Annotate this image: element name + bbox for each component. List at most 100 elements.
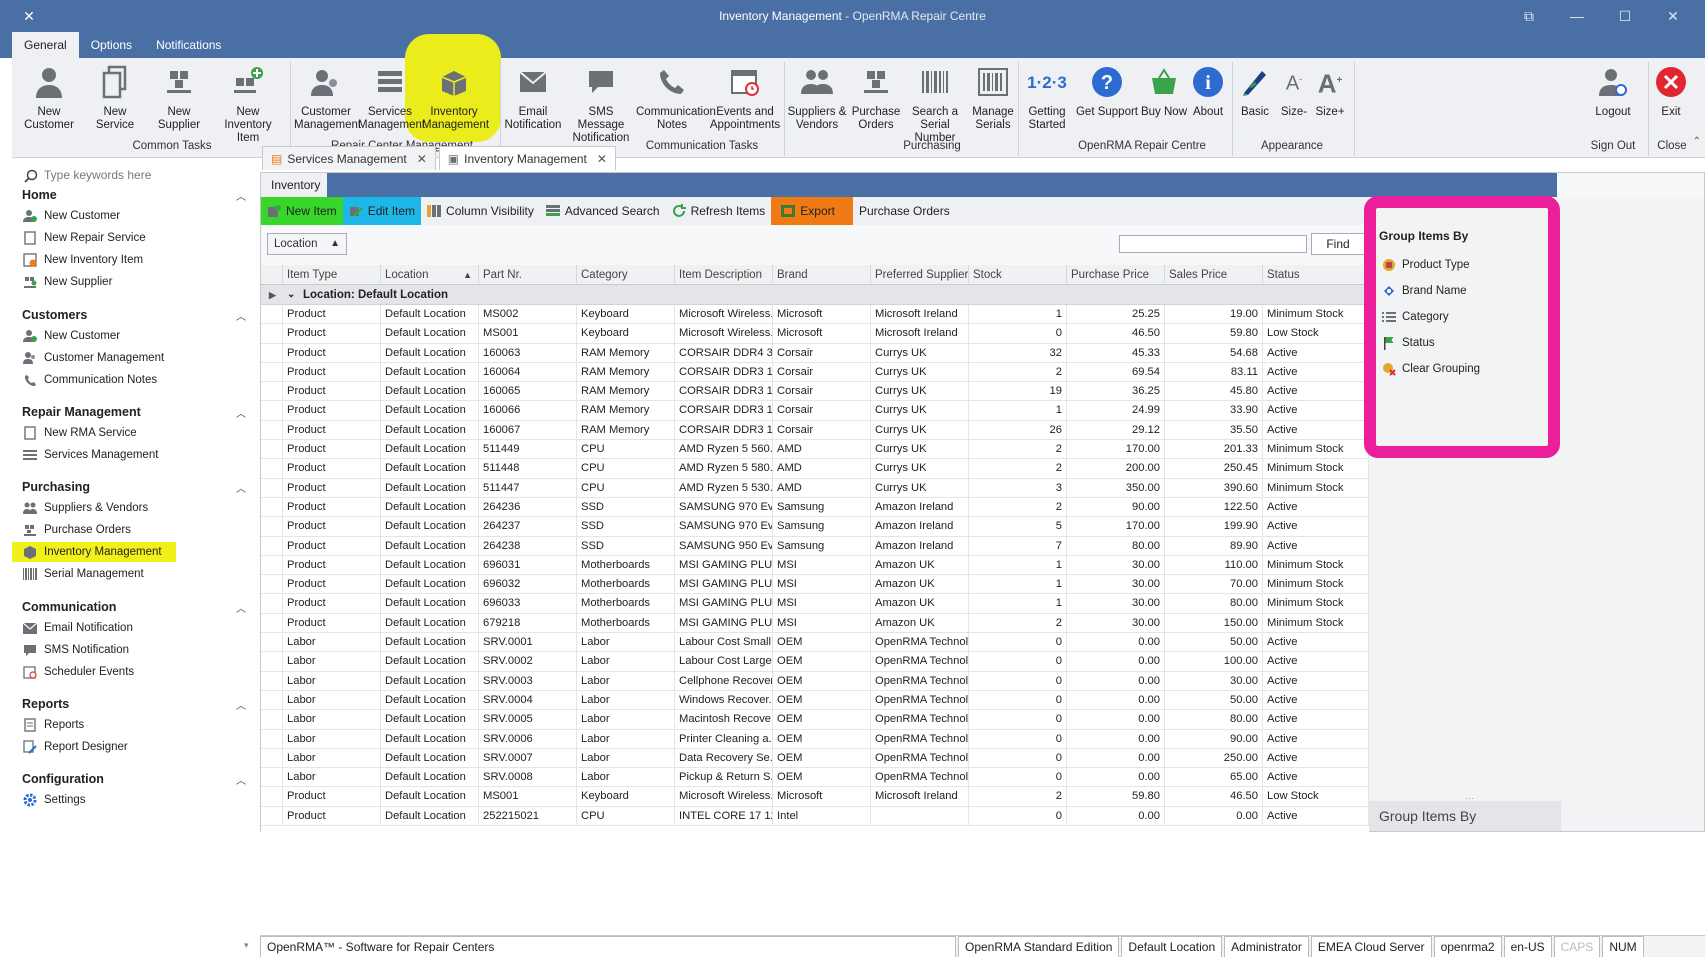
chevron-up-icon[interactable]: ︿ — [236, 308, 246, 323]
services-management-button[interactable]: Services Management — [358, 64, 425, 132]
suppliers-vendors-button[interactable]: Suppliers & Vendors — [786, 64, 848, 132]
table-cell[interactable]: Default Location — [381, 652, 479, 672]
sms-message-notification-button[interactable]: SMS Message Notification — [566, 64, 636, 145]
table-cell[interactable]: 89.90 — [1165, 536, 1263, 556]
table-cell[interactable]: 59.80 — [1165, 324, 1263, 344]
group-by-location-chip[interactable]: Location ▲ — [267, 233, 347, 255]
sidebar-item-new-customer[interactable]: New Customer — [22, 206, 120, 226]
table-cell[interactable]: RAM Memory — [577, 382, 675, 402]
sidebar-item-customer-management[interactable]: Customer Management — [22, 348, 164, 368]
column-header[interactable]: Preferred Supplier — [871, 265, 969, 285]
table-cell[interactable]: CPU — [577, 440, 675, 460]
sidebar-item-report-designer[interactable]: Report Designer — [22, 737, 128, 757]
sidebar-expand-icon[interactable]: ▾ — [244, 940, 249, 951]
table-cell[interactable]: Default Location — [381, 305, 479, 324]
table-cell[interactable]: Microsoft Ireland — [871, 787, 969, 807]
table-cell[interactable]: Labor — [283, 690, 381, 710]
section-configuration[interactable]: Configuration — [22, 772, 104, 786]
table-cell[interactable]: SRV.0005 — [479, 710, 577, 730]
chevron-up-icon[interactable]: ︿ — [236, 772, 246, 787]
table-cell[interactable]: Microsoft Ireland — [871, 305, 969, 324]
table-row[interactable]: Product Default Location MS002 Keyboard Micr… — [261, 305, 1369, 325]
new-supplier-button[interactable]: New Supplier — [148, 64, 210, 132]
table-cell[interactable]: 69.54 — [1067, 362, 1165, 382]
table-row[interactable]: Product Default Location 511447 CPU AMD Ryze… — [261, 478, 1369, 498]
table-row[interactable]: Labor Default Location SRV.0005 Labor Macint… — [261, 710, 1369, 730]
table-cell[interactable]: 390.60 — [1165, 478, 1263, 498]
row-indicator[interactable] — [261, 690, 283, 710]
table-cell[interactable]: MS001 — [479, 787, 577, 807]
row-indicator[interactable] — [261, 324, 283, 344]
table-cell[interactable]: Motherboards — [577, 613, 675, 633]
table-cell[interactable]: Samsung — [773, 536, 871, 556]
section-repair-management[interactable]: Repair Management — [22, 405, 141, 419]
events-and-appointments-button[interactable]: Events and Appointments — [708, 64, 782, 132]
table-cell[interactable]: OEM — [773, 768, 871, 788]
table-cell[interactable]: Labor — [577, 710, 675, 730]
table-cell[interactable]: Microsoft — [773, 787, 871, 807]
table-cell[interactable]: Default Location — [381, 594, 479, 614]
table-cell[interactable]: Product — [283, 459, 381, 479]
chevron-up-icon[interactable]: ︿ — [236, 600, 246, 615]
table-cell[interactable]: 0.00 — [1067, 633, 1165, 653]
table-cell[interactable]: CPU — [577, 459, 675, 479]
table-cell[interactable]: Minimum Stock — [1263, 555, 1369, 575]
group-by-footer[interactable]: Group Items By — [1369, 801, 1561, 831]
maximize-icon[interactable]: ☐ — [1601, 4, 1649, 28]
table-cell[interactable]: Keyboard — [577, 324, 675, 344]
table-cell[interactable]: 33.90 — [1165, 401, 1263, 421]
table-cell[interactable]: Default Location — [381, 671, 479, 691]
table-cell[interactable]: Microsoft Wireless... — [675, 787, 773, 807]
table-cell[interactable]: Active — [1263, 633, 1369, 653]
table-cell[interactable]: Labor — [283, 671, 381, 691]
table-cell[interactable]: OEM — [773, 690, 871, 710]
inventory-management-button[interactable]: Inventory Management — [422, 64, 489, 132]
row-indicator[interactable] — [261, 671, 283, 691]
row-indicator[interactable] — [261, 362, 283, 382]
column-header[interactable]: Item Description — [675, 265, 773, 285]
chevron-up-icon[interactable]: ︿ — [236, 480, 246, 495]
row-indicator[interactable] — [261, 517, 283, 537]
table-cell[interactable]: 511449 — [479, 440, 577, 460]
table-cell[interactable]: 250.45 — [1165, 459, 1263, 479]
table-cell[interactable]: 46.50 — [1165, 787, 1263, 807]
table-cell[interactable]: OEM — [773, 729, 871, 749]
table-cell[interactable]: CORSAIR DDR3 1... — [675, 420, 773, 440]
table-cell[interactable]: 679218 — [479, 613, 577, 633]
table-cell[interactable]: MSI — [773, 594, 871, 614]
sidebar-item-sms-notification[interactable]: SMS Notification — [22, 640, 129, 660]
close-icon[interactable]: ✕ — [1649, 4, 1697, 28]
table-cell[interactable]: 0.00 — [1067, 768, 1165, 788]
table-cell[interactable]: 90.00 — [1165, 729, 1263, 749]
buy-now-button[interactable]: Buy Now — [1140, 64, 1188, 119]
table-cell[interactable]: Default Location — [381, 382, 479, 402]
table-cell[interactable]: 170.00 — [1067, 440, 1165, 460]
table-cell[interactable]: Product — [283, 305, 381, 324]
table-cell[interactable]: SAMSUNG 970 Evo... — [675, 517, 773, 537]
table-cell[interactable]: 2 — [969, 440, 1067, 460]
close-icon[interactable]: ✕ — [417, 147, 427, 171]
chevron-up-icon[interactable]: ︿ — [236, 697, 246, 712]
table-cell[interactable]: 2 — [969, 787, 1067, 807]
column-header[interactable]: Part Nr. — [479, 265, 577, 285]
table-cell[interactable]: 1 — [969, 575, 1067, 595]
table-cell[interactable]: Product — [283, 324, 381, 344]
table-cell[interactable]: Currys UK — [871, 382, 969, 402]
table-row[interactable]: Product Default Location 264237 SSD SAMSUNG … — [261, 517, 1369, 537]
table-cell[interactable]: MSI GAMING PLUS... — [675, 613, 773, 633]
table-cell[interactable]: 250.00 — [1165, 748, 1263, 768]
edit-item-button[interactable]: Edit Item — [342, 197, 422, 225]
table-row[interactable]: Labor Default Location SRV.0001 Labor Labour… — [261, 633, 1369, 653]
table-cell[interactable]: Active — [1263, 343, 1369, 363]
table-cell[interactable]: Active — [1263, 768, 1369, 788]
table-row[interactable]: Product Default Location 160064 RAM Memory C… — [261, 362, 1369, 383]
table-cell[interactable]: Active — [1263, 652, 1369, 672]
row-indicator[interactable] — [261, 459, 283, 479]
size-minus-button[interactable]: A- Size- — [1276, 64, 1312, 119]
table-cell[interactable]: Minimum Stock — [1263, 594, 1369, 614]
table-cell[interactable]: Low Stock — [1263, 324, 1369, 344]
table-cell[interactable]: 0 — [969, 748, 1067, 768]
table-cell[interactable]: SRV.0008 — [479, 768, 577, 788]
table-cell[interactable]: 0 — [969, 324, 1067, 344]
table-cell[interactable]: 90.00 — [1067, 497, 1165, 517]
